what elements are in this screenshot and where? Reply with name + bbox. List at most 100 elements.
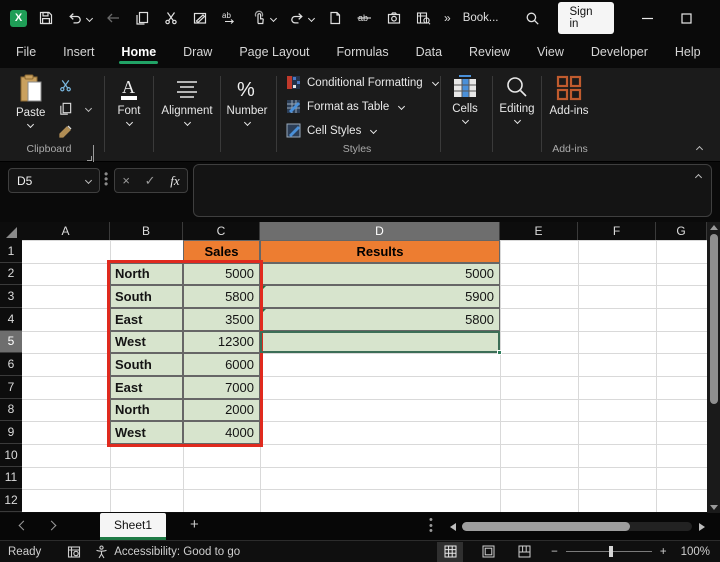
camera-icon[interactable] bbox=[384, 5, 404, 31]
touch-mode-icon[interactable] bbox=[249, 5, 278, 31]
new-file-icon[interactable] bbox=[325, 5, 345, 31]
alignment-chevron[interactable] bbox=[183, 119, 190, 126]
draft-icon[interactable] bbox=[190, 5, 210, 31]
zoom-level[interactable]: 100% bbox=[681, 546, 710, 558]
column-header-F[interactable]: F bbox=[578, 222, 656, 240]
hscroll-right-arrow[interactable] bbox=[699, 523, 705, 531]
sign-in-button[interactable]: Sign in bbox=[558, 2, 615, 34]
hscroll-left-arrow[interactable] bbox=[450, 523, 456, 531]
zoom-slider[interactable] bbox=[566, 551, 652, 552]
excel-logo-icon[interactable]: X bbox=[10, 10, 27, 27]
strikethrough-icon[interactable]: ab bbox=[354, 5, 375, 31]
zoom-slider-thumb[interactable] bbox=[609, 546, 613, 557]
format-painter-icon[interactable] bbox=[57, 124, 73, 140]
cancel-icon[interactable]: × bbox=[122, 173, 130, 188]
maximize-button[interactable] bbox=[667, 0, 706, 36]
undo-dropdown-chevron[interactable] bbox=[86, 14, 93, 21]
sheet-lookup-icon[interactable] bbox=[413, 5, 433, 31]
horizontal-scrollbar[interactable] bbox=[462, 522, 692, 531]
minimize-button[interactable] bbox=[628, 0, 667, 36]
cells-chevron[interactable] bbox=[461, 117, 468, 124]
editing-group-button[interactable]: Editing bbox=[493, 74, 541, 123]
alignment-group-button[interactable]: Alignment bbox=[158, 76, 216, 125]
column-header-A[interactable]: A bbox=[22, 222, 110, 240]
close-button[interactable] bbox=[706, 0, 720, 36]
row-header-9[interactable]: 9 bbox=[0, 421, 22, 444]
row-header-3[interactable]: 3 bbox=[0, 285, 22, 308]
page-layout-view-button[interactable] bbox=[475, 542, 501, 562]
tab-review[interactable]: Review bbox=[469, 39, 510, 65]
select-all-corner[interactable] bbox=[0, 222, 22, 240]
add-sheet-button[interactable]: + bbox=[190, 516, 199, 533]
tab-data[interactable]: Data bbox=[416, 39, 442, 65]
tab-view[interactable]: View bbox=[537, 39, 564, 65]
touch-mode-chevron[interactable] bbox=[270, 14, 277, 21]
tab-file[interactable]: File bbox=[16, 39, 36, 65]
cell-D1-results-header[interactable]: Results bbox=[260, 240, 500, 263]
copy-chevron[interactable] bbox=[85, 105, 92, 112]
column-header-G[interactable]: G bbox=[656, 222, 707, 240]
row-header-5[interactable]: 5 bbox=[0, 331, 22, 354]
tab-insert[interactable]: Insert bbox=[63, 39, 94, 65]
number-chevron[interactable] bbox=[243, 119, 250, 126]
row-header-7[interactable]: 7 bbox=[0, 376, 22, 399]
editing-chevron[interactable] bbox=[513, 117, 520, 124]
row-header-1[interactable]: 1 bbox=[0, 240, 22, 263]
tab-help[interactable]: Help bbox=[675, 39, 701, 65]
qat-overflow-button[interactable]: » bbox=[442, 5, 453, 31]
row-header-2[interactable]: 2 bbox=[0, 263, 22, 286]
horizontal-scrollbar-thumb[interactable] bbox=[462, 522, 630, 531]
cut-icon[interactable] bbox=[161, 5, 181, 31]
number-group-button[interactable]: % Number bbox=[222, 76, 272, 125]
column-header-B[interactable]: B bbox=[110, 222, 183, 240]
vscroll-up-arrow[interactable] bbox=[710, 225, 718, 230]
zoom-in-button[interactable]: + bbox=[660, 546, 667, 558]
undo-icon[interactable] bbox=[65, 5, 94, 31]
row-header-10[interactable]: 10 bbox=[0, 444, 22, 467]
cell-D3[interactable]: 5900 bbox=[260, 285, 500, 308]
tab-page-layout[interactable]: Page Layout bbox=[239, 39, 309, 65]
tab-draw[interactable]: Draw bbox=[183, 39, 212, 65]
redo-icon[interactable] bbox=[287, 5, 316, 31]
macro-record-icon[interactable] bbox=[67, 545, 81, 559]
font-group-button[interactable]: A Font bbox=[108, 76, 150, 125]
vertical-scrollbar[interactable] bbox=[707, 222, 720, 513]
copy-icon[interactable] bbox=[132, 5, 152, 31]
zoom-out-button[interactable]: − bbox=[551, 546, 558, 558]
cell-styles-button[interactable]: Cell Styles bbox=[286, 123, 376, 138]
tab-home[interactable]: Home bbox=[121, 39, 156, 65]
paste-button[interactable]: Paste bbox=[16, 74, 45, 127]
accessibility-icon[interactable] bbox=[95, 545, 108, 559]
back-icon[interactable] bbox=[103, 5, 123, 31]
fill-handle[interactable] bbox=[497, 350, 502, 355]
accessibility-status[interactable]: Accessibility: Good to go bbox=[114, 546, 240, 558]
tab-developer[interactable]: Developer bbox=[591, 39, 648, 65]
cell-D4[interactable]: 5800 bbox=[260, 308, 500, 331]
paste-chevron[interactable] bbox=[27, 121, 34, 128]
sheet-tab-sheet1[interactable]: Sheet1 bbox=[100, 513, 166, 540]
tab-formulas[interactable]: Formulas bbox=[337, 39, 389, 65]
conditional-formatting-button[interactable]: Conditional Formatting bbox=[286, 75, 438, 90]
row-header-6[interactable]: 6 bbox=[0, 353, 22, 376]
selected-cell-D5[interactable] bbox=[260, 331, 500, 354]
font-chevron[interactable] bbox=[125, 119, 132, 126]
row-header-8[interactable]: 8 bbox=[0, 399, 22, 422]
row-header-12[interactable]: 12 bbox=[0, 489, 22, 512]
vscroll-down-arrow[interactable] bbox=[710, 505, 718, 510]
column-header-E[interactable]: E bbox=[500, 222, 578, 240]
find-replace-icon[interactable]: ab bbox=[219, 5, 240, 31]
page-break-view-button[interactable] bbox=[511, 542, 537, 562]
save-icon[interactable] bbox=[36, 5, 56, 31]
formula-bar-drag-dots[interactable]: ••• bbox=[104, 172, 108, 187]
tabs-overflow-dots[interactable]: ••• bbox=[429, 518, 433, 535]
cut-ribbon-icon[interactable] bbox=[58, 78, 73, 93]
row-header-11[interactable]: 11 bbox=[0, 467, 22, 490]
column-header-D[interactable]: D bbox=[260, 222, 500, 240]
column-header-C[interactable]: C bbox=[183, 222, 260, 240]
format-as-table-button[interactable]: Format as Table bbox=[286, 99, 404, 114]
formula-bar-collapse-chevron[interactable] bbox=[695, 174, 702, 181]
addins-button[interactable]: Add-ins bbox=[545, 74, 593, 117]
prev-sheet-icon[interactable] bbox=[19, 521, 29, 531]
normal-view-button[interactable] bbox=[437, 542, 463, 562]
search-icon[interactable] bbox=[525, 11, 540, 26]
